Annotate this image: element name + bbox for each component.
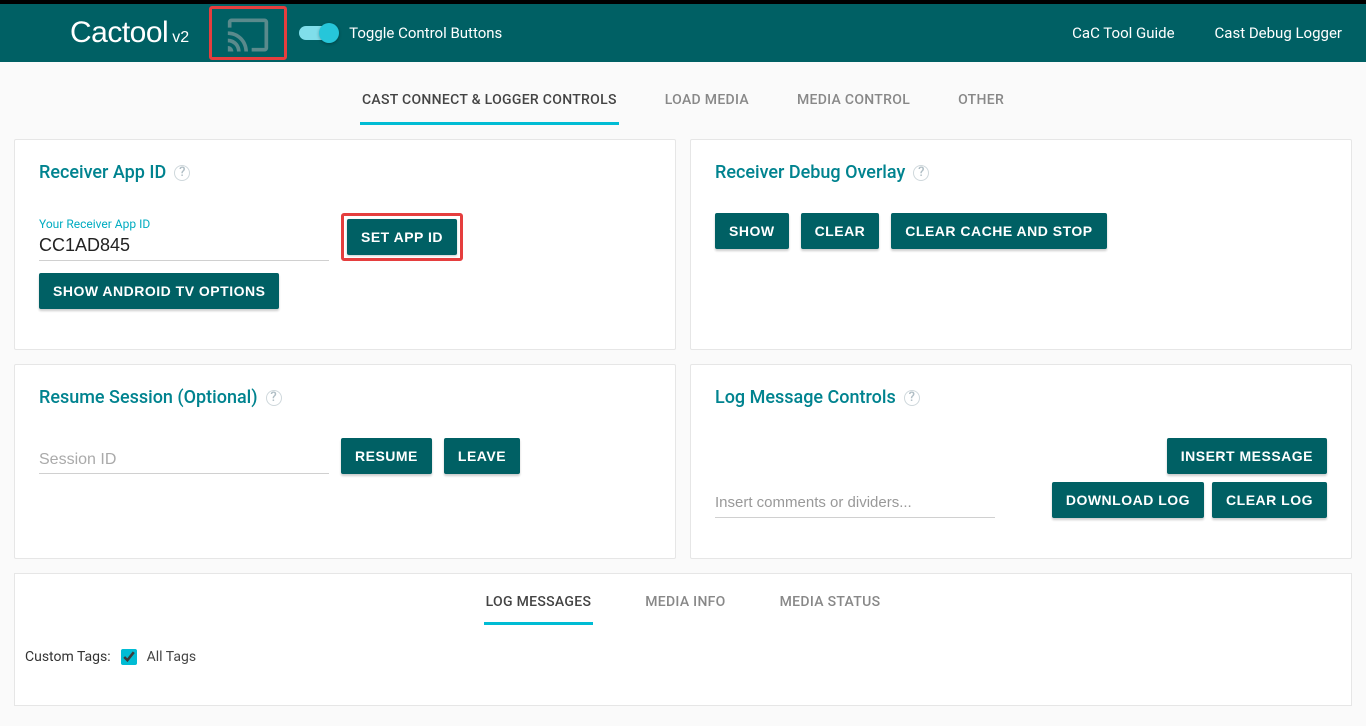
panel-log-message-controls: Log Message Controls ? INSERT MESSAGE DO… (690, 364, 1352, 559)
help-icon[interactable]: ? (266, 390, 282, 406)
panel-resume-session: Resume Session (Optional) ? RESUME LEAVE (14, 364, 676, 559)
toggle-label: Toggle Control Buttons (349, 24, 502, 42)
clear-button[interactable]: CLEAR (801, 213, 880, 249)
receiver-app-id-input[interactable] (39, 233, 329, 261)
link-cast-debug-logger[interactable]: Cast Debug Logger (1215, 24, 1342, 42)
leave-button[interactable]: LEAVE (444, 438, 520, 474)
custom-tags-row: Custom Tags: All Tags (15, 625, 1351, 665)
all-tags-checkbox[interactable] (121, 649, 137, 665)
show-button[interactable]: SHOW (715, 213, 789, 249)
custom-tags-label: Custom Tags: (25, 649, 111, 665)
tab-media-status[interactable]: MEDIA STATUS (778, 588, 883, 625)
link-cac-tool-guide[interactable]: CaC Tool Guide (1072, 24, 1174, 42)
app-logo: Cactool v2 (70, 16, 189, 50)
tab-cast-connect[interactable]: CAST CONNECT & LOGGER CONTROLS (360, 86, 619, 125)
panel-receiver-app-id: Receiver App ID ? Your Receiver App ID S… (14, 139, 676, 350)
all-tags-label: All Tags (147, 649, 196, 665)
logo-sub: v2 (172, 29, 189, 47)
panel-receiver-debug-overlay: Receiver Debug Overlay ? SHOW CLEAR CLEA… (690, 139, 1352, 350)
cast-icon-highlight (209, 6, 287, 60)
main-tabs: CAST CONNECT & LOGGER CONTROLS LOAD MEDI… (0, 62, 1366, 125)
set-app-id-highlight: SET APP ID (341, 213, 463, 261)
help-icon[interactable]: ? (904, 390, 920, 406)
session-id-input[interactable] (39, 449, 329, 474)
help-icon[interactable]: ? (174, 165, 190, 181)
tab-media-info[interactable]: MEDIA INFO (643, 588, 727, 625)
help-icon[interactable]: ? (913, 165, 929, 181)
panel-title-debug-overlay: Receiver Debug Overlay (715, 162, 905, 183)
log-comment-input[interactable] (715, 490, 995, 518)
tab-log-messages[interactable]: LOG MESSAGES (484, 588, 594, 625)
tab-other[interactable]: OTHER (956, 86, 1006, 125)
toggle-control-buttons[interactable]: Toggle Control Buttons (299, 24, 502, 42)
toggle-switch[interactable] (299, 26, 335, 40)
logo-main: Cactool (70, 16, 168, 50)
panel-title-receiver-app: Receiver App ID (39, 162, 166, 183)
set-app-id-button[interactable]: SET APP ID (347, 219, 457, 255)
lower-tabs: LOG MESSAGES MEDIA INFO MEDIA STATUS (15, 588, 1351, 625)
tab-load-media[interactable]: LOAD MEDIA (663, 86, 751, 125)
receiver-app-id-label: Your Receiver App ID (39, 217, 329, 231)
resume-button[interactable]: RESUME (341, 438, 432, 474)
app-header: Cactool v2 Toggle Control Buttons CaC To… (0, 4, 1366, 62)
tab-media-control[interactable]: MEDIA CONTROL (795, 86, 912, 125)
clear-log-button[interactable]: CLEAR LOG (1212, 482, 1327, 518)
insert-message-button[interactable]: INSERT MESSAGE (1167, 438, 1327, 474)
panel-title-log-controls: Log Message Controls (715, 387, 896, 408)
show-android-tv-options-button[interactable]: SHOW ANDROID TV OPTIONS (39, 273, 279, 309)
clear-cache-stop-button[interactable]: CLEAR CACHE AND STOP (891, 213, 1106, 249)
panel-title-resume-session: Resume Session (Optional) (39, 387, 258, 408)
lower-section: LOG MESSAGES MEDIA INFO MEDIA STATUS Cus… (14, 573, 1352, 706)
download-log-button[interactable]: DOWNLOAD LOG (1052, 482, 1204, 518)
header-links: CaC Tool Guide Cast Debug Logger (1072, 24, 1342, 42)
cast-icon[interactable] (220, 13, 276, 57)
